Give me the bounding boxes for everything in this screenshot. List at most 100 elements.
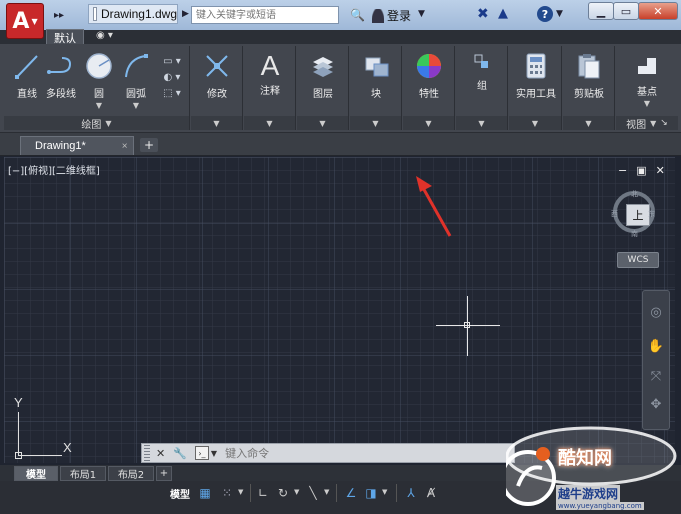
- chevron-down-icon[interactable]: ▼: [556, 9, 563, 19]
- layers-panel[interactable]: 图层 ▼: [297, 46, 349, 130]
- drawing-canvas[interactable]: [4, 157, 675, 463]
- annotation-visibility-icon[interactable]: Ⱥ: [424, 485, 438, 501]
- polar-icon[interactable]: ↻: [276, 485, 290, 501]
- search-expand-icon[interactable]: ▶: [182, 9, 189, 19]
- arc-tool[interactable]: 圆弧 ▼: [120, 52, 152, 111]
- close-icon[interactable]: ✕: [156, 447, 165, 460]
- properties-panel[interactable]: 特性 ▼: [403, 46, 455, 130]
- zoom-extents-icon[interactable]: ⤧: [647, 369, 665, 387]
- modify-panel[interactable]: 修改 ▼: [191, 46, 243, 130]
- properties-tool[interactable]: 特性: [411, 52, 447, 100]
- clipboard-tool[interactable]: 剪贴板: [567, 52, 611, 100]
- chevron-down-icon[interactable]: ▼: [324, 488, 329, 496]
- help-icon[interactable]: ?: [537, 6, 553, 22]
- tab-default[interactable]: 默认: [46, 29, 84, 45]
- document-title: Drawing1.dwg: [100, 7, 177, 21]
- viewport-minimize-icon[interactable]: −: [618, 164, 627, 177]
- compass-east[interactable]: 东: [648, 209, 655, 219]
- steering-wheel-icon[interactable]: ◎: [647, 305, 665, 323]
- base-point-tool[interactable]: 基点 ▼: [624, 54, 670, 109]
- login-button[interactable]: 登录: [372, 7, 411, 24]
- annotation-tool[interactable]: A 注释: [252, 50, 288, 97]
- command-input[interactable]: [225, 446, 426, 460]
- close-tab-icon[interactable]: ×: [122, 141, 128, 152]
- annotation-panel-footer[interactable]: ▼: [244, 116, 295, 130]
- compass-north[interactable]: 北: [631, 189, 638, 199]
- tab-model[interactable]: 模型: [14, 466, 58, 481]
- crosshair-pickbox: [464, 322, 470, 328]
- draw-panel-footer[interactable]: 绘图 ▼: [4, 116, 189, 131]
- modify-panel-footer[interactable]: ▼: [191, 116, 242, 130]
- object-snap-icon[interactable]: ◨: [364, 485, 378, 501]
- block-panel-footer[interactable]: ▼: [350, 116, 401, 130]
- grid-icon[interactable]: ▦: [198, 485, 212, 501]
- layers-panel-footer[interactable]: ▼: [297, 116, 348, 130]
- chevron-down-icon[interactable]: ▼: [211, 449, 217, 458]
- new-tab-button[interactable]: +: [140, 138, 158, 152]
- polyline-tool[interactable]: 多段线: [44, 52, 78, 100]
- viewcube-top-face[interactable]: 上: [626, 204, 650, 226]
- quick-access-expand-icon[interactable]: ▸▸: [50, 6, 68, 24]
- exchange-apps-icon[interactable]: ✖: [477, 6, 489, 22]
- layers-tool[interactable]: 图层: [305, 52, 341, 100]
- command-line-grip[interactable]: [144, 445, 150, 461]
- annotation-panel[interactable]: A 注释 ▼: [244, 46, 296, 130]
- document-title-box: Drawing1.dwg: [88, 4, 178, 24]
- wrench-icon[interactable]: 🔧: [173, 447, 187, 460]
- view-panel-footer[interactable]: 视图 ▼ ↘: [616, 116, 678, 131]
- rectangle-icon[interactable]: ▭ ▾: [158, 54, 186, 70]
- modify-tool[interactable]: 修改: [199, 52, 235, 100]
- binoculars-icon[interactable]: 🔍: [350, 8, 365, 22]
- line-tool[interactable]: 直线: [12, 52, 42, 100]
- chevron-down-icon[interactable]: ▼: [382, 488, 387, 496]
- viewport-restore-icon[interactable]: ▣: [636, 164, 646, 177]
- search-input[interactable]: [191, 6, 339, 24]
- chevron-down-icon[interactable]: ▼: [418, 9, 425, 19]
- ucs-origin-box: [15, 452, 22, 459]
- command-prompt-icon[interactable]: ›_: [194, 446, 209, 460]
- group-panel-footer[interactable]: ▼: [456, 116, 507, 130]
- block-panel[interactable]: 块 ▼: [350, 46, 402, 130]
- region-icon[interactable]: ⬚ ▾: [158, 86, 186, 102]
- ortho-icon[interactable]: ∟: [256, 485, 270, 501]
- model-space-button[interactable]: 模型: [170, 486, 190, 501]
- group-panel[interactable]: 组 ▼: [456, 46, 508, 130]
- isodraft-icon[interactable]: ╲: [306, 485, 320, 501]
- add-layout-button[interactable]: +: [156, 466, 172, 481]
- maximize-button[interactable]: ▭: [613, 2, 639, 20]
- color-wheel-icon: [417, 54, 441, 78]
- clipboard-panel[interactable]: 剪贴板 ▼: [563, 46, 615, 130]
- tab-layout1[interactable]: 布局1: [60, 466, 106, 481]
- application-menu-button[interactable]: A ▼: [6, 3, 44, 39]
- compass-south[interactable]: 南: [631, 229, 638, 239]
- pan-hand-icon[interactable]: ✋: [647, 339, 665, 357]
- utilities-tool[interactable]: 实用工具: [513, 52, 559, 100]
- ribbon: 直线 多段线 圆 ▼ 圆弧 ▼ ▭ ▾ ◐ ▾ ⬚ ▾ 绘图 ▼ 修改 ▼ A …: [0, 44, 681, 133]
- chevron-down-icon[interactable]: ▼: [294, 488, 299, 496]
- viewport-close-icon[interactable]: ✕: [656, 164, 665, 177]
- group-tool[interactable]: 组: [464, 52, 500, 92]
- minimize-button[interactable]: ▁: [588, 2, 614, 20]
- chevron-down-icon[interactable]: ▼: [238, 488, 243, 496]
- tab-layout2[interactable]: 布局2: [108, 466, 154, 481]
- file-tab-drawing1[interactable]: Drawing1* ×: [20, 136, 134, 155]
- annotation-scale-icon[interactable]: ⅄: [404, 485, 418, 501]
- clipboard-panel-footer[interactable]: ▼: [563, 116, 614, 130]
- close-button[interactable]: ✕: [638, 2, 678, 20]
- compass-west[interactable]: 西: [611, 209, 618, 219]
- ribbon-tab-options-icon[interactable]: ◉ ▾: [96, 30, 113, 41]
- wcs-menu-button[interactable]: WCS: [617, 252, 659, 268]
- orbit-icon[interactable]: ✥: [647, 397, 665, 415]
- snap-icon[interactable]: ⁙: [220, 485, 234, 501]
- panel-launcher-icon[interactable]: ↘: [660, 118, 668, 128]
- hatch-icon[interactable]: ◐ ▾: [158, 70, 186, 86]
- viewport-controls-label[interactable]: [−][俯视][二维线框]: [8, 162, 100, 177]
- object-snap-tracking-icon[interactable]: ∠: [344, 485, 358, 501]
- properties-panel-footer[interactable]: ▼: [403, 116, 454, 130]
- block-tool[interactable]: 块: [358, 52, 394, 100]
- circle-tool[interactable]: 圆 ▼: [84, 52, 114, 111]
- utilities-panel[interactable]: 实用工具 ▼: [509, 46, 562, 130]
- a360-icon[interactable]: ▲: [498, 6, 508, 21]
- utilities-panel-footer[interactable]: ▼: [509, 116, 561, 130]
- draw-small-tools[interactable]: ▭ ▾ ◐ ▾ ⬚ ▾: [158, 54, 186, 102]
